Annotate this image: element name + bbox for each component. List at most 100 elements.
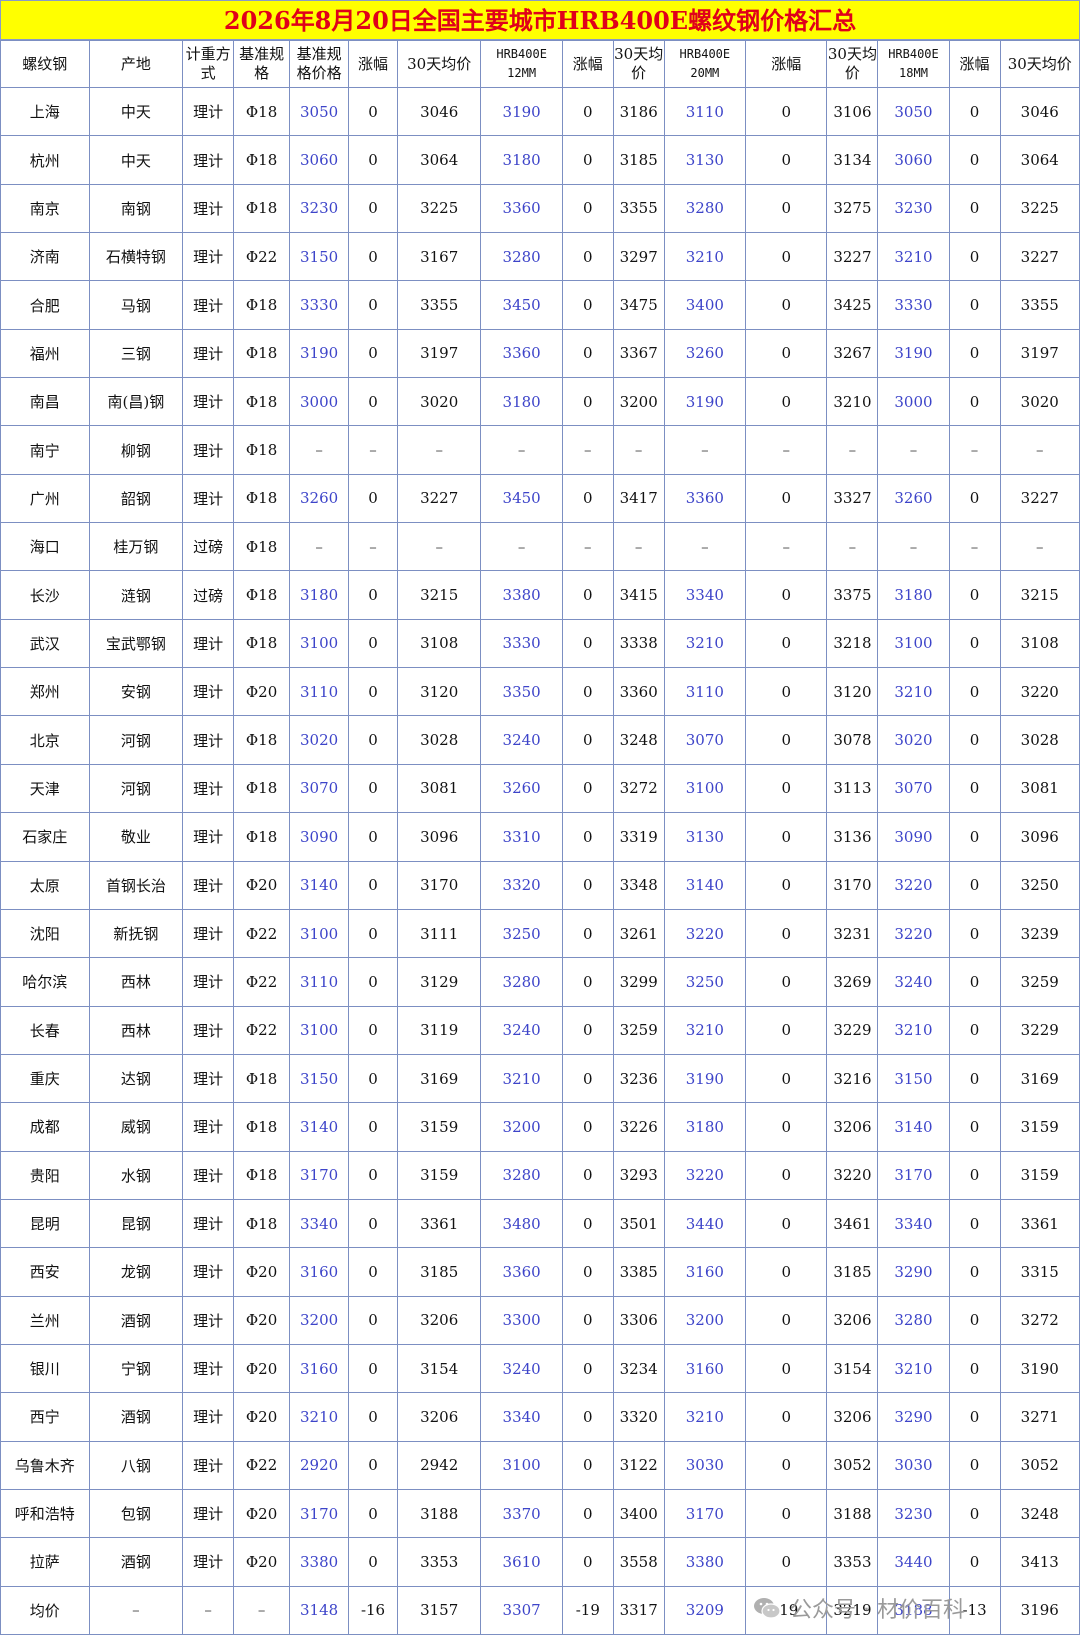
table-cell: 3280 <box>877 1295 950 1345</box>
table-cell: 3319 <box>612 812 665 862</box>
table-cell: 0 <box>561 618 614 669</box>
table-cell: 3110 <box>663 86 747 137</box>
table-cell: 3260 <box>663 328 747 379</box>
table-cell: 长春 <box>0 1005 90 1055</box>
table-cell: 理计 <box>182 1392 235 1442</box>
table-cell: 0 <box>948 86 1001 137</box>
table-cell: 理计 <box>182 1537 235 1587</box>
table-cell: 3360 <box>480 328 563 379</box>
table-row: 银川 宁钢 理计 Φ20 3160 0 3154 3240 0 3234 3160 0 3154 3210… <box>0 1343 1080 1394</box>
table-cell: 理计 <box>182 183 235 234</box>
table-cell: 0 <box>561 715 614 765</box>
table-cell: 3200 <box>663 1295 747 1345</box>
table-cell: 3148 <box>289 1585 350 1635</box>
table-cell: 3340 <box>289 1198 350 1249</box>
table-cell: 0 <box>948 570 1001 620</box>
table-cell: 3050 <box>289 86 350 137</box>
table-cell: 3046 <box>999 86 1080 137</box>
table-cell: Φ20 <box>233 1537 291 1587</box>
table-cell: 0 <box>745 908 828 959</box>
table-row: 海口 桂万钢 过磅 Φ18– – – – – – – – – – – – <box>0 522 1080 572</box>
table-cell: 0 <box>948 908 1001 959</box>
table-cell: 3136 <box>826 812 879 862</box>
table-cell: 3218 <box>826 618 879 669</box>
table-cell: 3260 <box>877 473 950 524</box>
table-row: 拉萨 酒钢 理计 Φ20 3380 0 3353 3610 0 3558 3380 0 3353 3440… <box>0 1537 1080 1587</box>
column-header: HRB400E 12MM <box>480 40 563 88</box>
table-cell: 3185 <box>396 1247 482 1297</box>
table-cell: – <box>826 522 879 572</box>
table-cell: Φ20 <box>233 1295 291 1345</box>
table-cell: 3355 <box>612 183 665 234</box>
table-cell: 3122 <box>612 1440 665 1490</box>
table-cell: 0 <box>561 1488 614 1539</box>
table-cell: 3400 <box>612 1488 665 1539</box>
table-row: 哈尔滨 西林 理计 Φ22 3110 0 3129 3280 0 3299 3250 0 3269 324… <box>0 957 1080 1007</box>
table-cell: 3050 <box>877 86 950 137</box>
table-row: 呼和浩特 包钢 理计 Φ20 3170 0 3188 3370 0 3400 3170 0 3188 32… <box>0 1488 1080 1539</box>
table-cell: 3064 <box>999 135 1080 185</box>
table-row: 兰州 酒钢 理计 Φ20 3200 0 3206 3300 0 3306 3200 0 3206 3280… <box>0 1295 1080 1345</box>
table-cell: – <box>561 522 614 572</box>
column-header: 30天均价 <box>826 40 879 88</box>
table-cell: Φ18 <box>233 522 291 572</box>
table-cell: 0 <box>948 1102 1001 1152</box>
table-cell: 3180 <box>480 377 563 427</box>
table-cell: 0 <box>348 1392 398 1442</box>
table-cell: 3159 <box>999 1150 1080 1200</box>
table-row: 长春 西林 理计 Φ22 3100 0 3119 3240 0 3259 3210 0 3229 3210… <box>0 1005 1080 1055</box>
table-cell: 3090 <box>877 812 950 862</box>
table-cell: 3070 <box>663 715 747 765</box>
table-cell: 0 <box>561 183 614 234</box>
table-cell: 重庆 <box>0 1053 90 1104</box>
table-cell: 3610 <box>480 1537 563 1587</box>
table-cell: 3154 <box>826 1343 879 1394</box>
table-cell: 0 <box>348 183 398 234</box>
table-cell: 0 <box>745 1053 828 1104</box>
table-cell: 3370 <box>480 1488 563 1539</box>
table-cell: 3070 <box>877 763 950 814</box>
table-cell: Φ18 <box>233 425 291 475</box>
table-cell: 宁钢 <box>88 1343 184 1394</box>
table-cell: 0 <box>948 1488 1001 1539</box>
table-cell: Φ18 <box>233 377 291 427</box>
table-cell: 理计 <box>182 667 235 717</box>
table-row: 贵阳 水钢 理计 Φ18 3170 0 3159 3280 0 3293 3220 0 3220 3170… <box>0 1150 1080 1200</box>
table-cell: 乌鲁木齐 <box>0 1440 90 1490</box>
table-cell: 石横特钢 <box>88 232 184 282</box>
table-cell: 3360 <box>480 1247 563 1297</box>
table-cell: 0 <box>348 280 398 330</box>
table-cell: Φ20 <box>233 1488 291 1539</box>
table-cell: Φ22 <box>233 957 291 1007</box>
table-cell: 0 <box>745 1005 828 1055</box>
table-cell: 3190 <box>999 1343 1080 1394</box>
table-cell: 涟钢 <box>88 570 184 620</box>
table-cell: 理计 <box>182 280 235 330</box>
table-cell: 3259 <box>999 957 1080 1007</box>
table-cell: 3293 <box>612 1150 665 1200</box>
table-cell: 3169 <box>999 1053 1080 1104</box>
table-cell: 0 <box>745 86 828 137</box>
table-cell: 达钢 <box>88 1053 184 1104</box>
page-title: 2026年8月20日全国主要城市HRB400E螺纹钢价格汇总 <box>0 0 1080 40</box>
table-row: 南昌 南(昌)钢 理计 Φ18 3000 0 3020 3180 0 3200 3190 0 3210 3… <box>0 377 1080 427</box>
table-cell: 3020 <box>396 377 482 427</box>
table-cell: 3206 <box>826 1295 879 1345</box>
table-cell: 0 <box>745 1150 828 1200</box>
table-cell: 海口 <box>0 522 90 572</box>
table-cell: 3350 <box>480 667 563 717</box>
table-cell: 酒钢 <box>88 1537 184 1587</box>
table-cell: 0 <box>561 86 614 137</box>
table-cell: 3330 <box>289 280 350 330</box>
table-cell: 0 <box>348 618 398 669</box>
table-cell: 哈尔滨 <box>0 957 90 1007</box>
table-cell: 0 <box>745 1440 828 1490</box>
table-cell: 3280 <box>480 232 563 282</box>
table-cell: Φ20 <box>233 1392 291 1442</box>
table-cell: 3160 <box>663 1247 747 1297</box>
table-cell: 3215 <box>999 570 1080 620</box>
table-cell: – <box>561 425 614 475</box>
table-cell: 3140 <box>289 860 350 910</box>
table-cell: Φ22 <box>233 908 291 959</box>
table-cell: 敬业 <box>88 812 184 862</box>
